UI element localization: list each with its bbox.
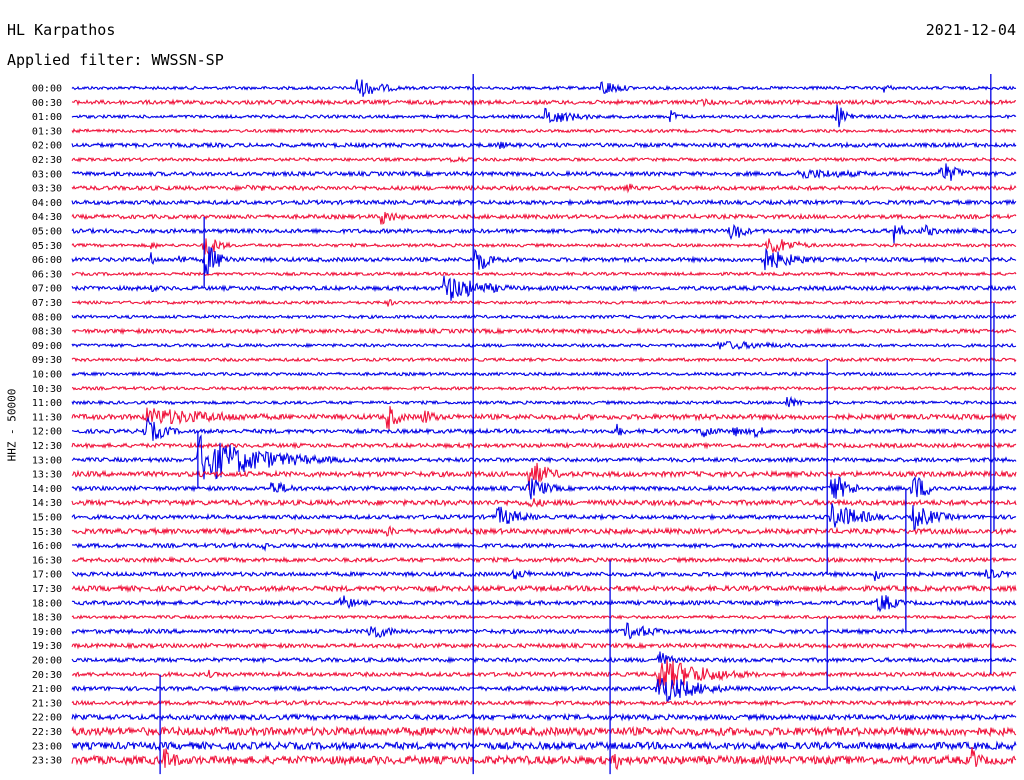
trace-line [71,327,1017,336]
tick-label: 17:30 [32,584,62,595]
tick-label: 14:00 [32,484,62,495]
trace-line [71,238,1017,256]
trace-line [71,583,1017,594]
tick-label: 16:00 [32,541,62,552]
trace-line [71,104,1017,128]
tick-label: 20:00 [32,656,62,667]
tick-label: 13:30 [32,470,62,481]
trace-line [71,568,1017,582]
trace-line [71,340,1017,350]
tick-label: 02:30 [32,155,62,166]
trace-line [71,223,1017,244]
trace-line [71,441,1017,450]
tick-label: 00:30 [32,98,62,109]
tick-label: 10:00 [32,370,62,381]
tick-label: 05:30 [32,241,62,252]
trace-line [71,370,1017,377]
trace-line [71,622,1017,640]
tick-label: 22:00 [32,713,62,724]
tick-label: 12:30 [32,441,62,452]
tick-label: 08:30 [32,327,62,338]
trace-line [71,270,1017,277]
helicorder-plot: 00:00 00:30 01:00 01:30 02:00 02:30 03:00 03:30… [32,74,1017,775]
trace-line [71,156,1017,163]
tick-label: 03:00 [32,169,62,180]
tick-label: 07:00 [32,284,62,295]
trace-line [71,141,1017,150]
tick-label: 22:30 [32,727,62,738]
tick-label: 18:30 [32,613,62,624]
tick-label: 04:30 [32,212,62,223]
trace-line [71,98,1017,108]
tick-label: 10:30 [32,384,62,395]
trace-line [71,299,1017,307]
tick-label: 16:30 [32,555,62,566]
trace-line [71,275,1017,301]
trace-line [71,698,1017,707]
tick-label: 11:30 [32,412,62,423]
trace-line [71,677,1017,702]
trace-line [71,79,1017,97]
spike-lines [159,74,995,775]
tick-label: 12:00 [32,427,62,438]
tick-label: 21:30 [32,698,62,709]
trace-line [71,406,1017,430]
trace-line [71,183,1017,194]
trace-line [71,416,1017,441]
trace-line [71,641,1017,650]
tick-label: 23:00 [32,741,62,752]
tick-label: 13:00 [32,455,62,466]
tick-label: 08:00 [32,312,62,323]
trace-line [71,395,1017,408]
trace-line [71,614,1017,621]
trace-line [71,127,1017,134]
trace-line [71,475,1017,500]
tick-label: 23:30 [32,756,62,767]
trace-line [71,747,1017,771]
trace-line [72,541,1017,552]
tick-label: 01:30 [32,126,62,137]
trace-line [71,462,1017,491]
tick-label: 02:00 [32,141,62,152]
trace-line [71,740,1017,752]
tick-label: 17:00 [32,570,62,581]
trace-line [71,651,1017,664]
trace-line [71,503,1017,531]
tick-label: 19:00 [32,627,62,638]
tick-label: 18:00 [32,598,62,609]
tick-label: 06:30 [32,269,62,280]
trace-line [71,498,1017,508]
tick-label: 21:00 [32,684,62,695]
trace-line [71,525,1017,537]
tick-label: 19:30 [32,641,62,652]
trace-line [71,313,1017,320]
trace-line [71,595,1017,613]
tick-label: 09:30 [32,355,62,366]
trace-line [71,198,1017,207]
tick-label: 20:30 [32,670,62,681]
trace-line [71,659,1017,690]
trace-lines [71,79,1017,771]
tick-label: 03:30 [32,184,62,195]
tick-label: 15:00 [32,513,62,524]
trace-line [71,712,1017,722]
trace-line [71,555,1017,564]
tick-label: 14:30 [32,498,62,509]
trace-line [71,385,1017,392]
tick-label: 15:30 [32,527,62,538]
tick-label: 04:00 [32,198,62,209]
tick-label: 09:00 [32,341,62,352]
tick-label: 05:00 [32,227,62,238]
trace-line [71,356,1017,363]
tick-label: 00:00 [32,84,62,95]
tick-label: 01:00 [32,112,62,123]
tick-label: 07:30 [32,298,62,309]
tick-label: 06:00 [32,255,62,266]
trace-line [71,211,1017,225]
tick-label: 11:00 [32,398,62,409]
trace-line [71,725,1017,738]
trace-line [71,163,1017,181]
time-tick-labels: 00:00 00:30 01:00 01:30 02:00 02:30 03:00 03:30… [32,84,62,767]
